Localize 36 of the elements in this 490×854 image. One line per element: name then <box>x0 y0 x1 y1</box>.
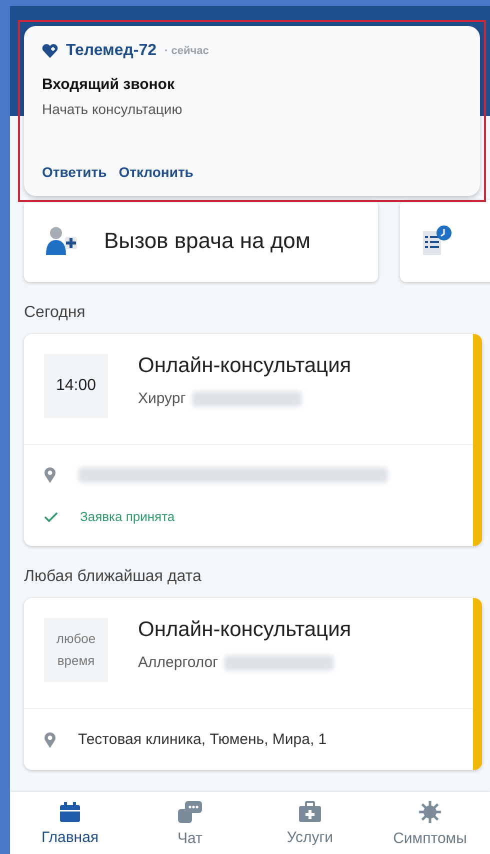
quick-action-card[interactable]: Вызов врача на дом <box>24 200 378 282</box>
location-pin-icon <box>44 732 56 748</box>
heart-icon <box>42 44 58 58</box>
appointment-card[interactable]: 14:00 Онлайн-консультация Хирург Заявка принята <box>24 334 482 546</box>
list-clock-icon <box>422 225 452 257</box>
notification-body: Начать консультацию <box>42 101 184 117</box>
nav-tab[interactable]: Симптомы <box>380 800 480 846</box>
section-title: Любая ближайшая дата <box>24 568 202 586</box>
section-title: Сегодня <box>24 304 86 322</box>
clinic-address: Тестовая клиника, Тюмень, Мира, 1 <box>78 731 327 748</box>
time-box: 14:00 <box>44 354 108 418</box>
quick-action-card[interactable] <box>400 200 490 282</box>
notification-title: Входящий звонок <box>42 76 176 93</box>
calendar-icon <box>59 800 81 822</box>
chat-bubbles-icon <box>176 800 204 824</box>
doctor-specialty: Хирург <box>138 390 186 407</box>
time-box: любое время <box>44 618 108 682</box>
app-name: Телемед-72 <box>66 42 157 60</box>
appointment-card[interactable]: любое время Онлайн-консультация Аллерголог Тестовая клиника, Тюмень, Мира, 1 <box>24 598 482 770</box>
notification-action[interactable]: Отклонить <box>118 164 194 180</box>
request-status: Заявка принята <box>80 509 175 524</box>
appointment-type: Онлайн-консультация <box>138 354 352 378</box>
notification-card[interactable]: Телемед-72 · сейчас Входящий звонок Начать консультацию Ответить Отклонить <box>24 26 480 196</box>
location-pin-icon <box>44 467 56 483</box>
quick-action-label: Вызов врача на дом <box>104 228 311 254</box>
virus-icon <box>418 800 442 824</box>
nav-tab[interactable]: Главная <box>20 800 120 846</box>
doctor-specialty: Аллерголог <box>138 654 218 671</box>
appointment-type: Онлайн-консультация <box>138 618 352 642</box>
notification-action[interactable]: Ответить <box>42 164 107 180</box>
check-icon <box>44 512 58 522</box>
nav-tab[interactable]: Услуги <box>260 800 360 846</box>
doctor-icon <box>46 226 80 256</box>
medical-case-icon <box>298 800 322 822</box>
notification-time: · сейчас <box>164 45 209 57</box>
nav-tab[interactable]: Чат <box>140 800 240 846</box>
